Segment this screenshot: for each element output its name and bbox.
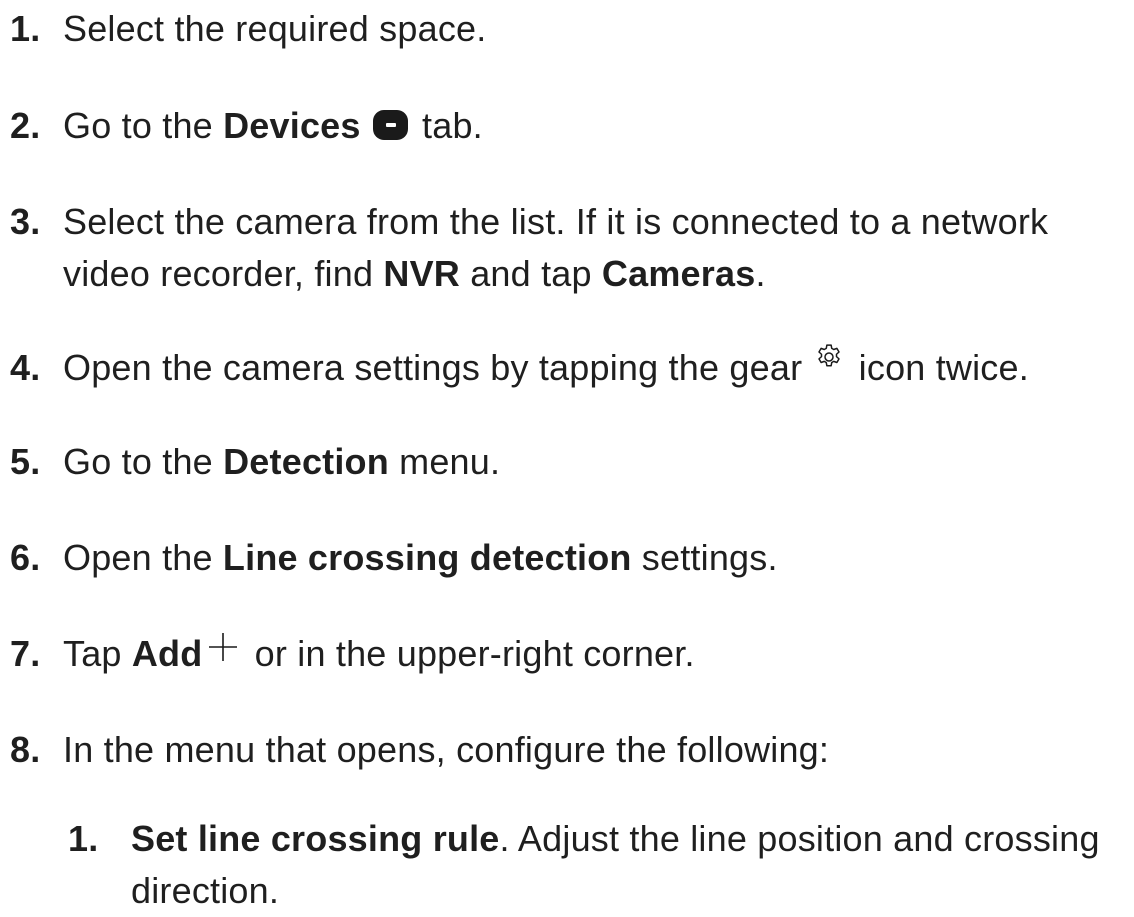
line-crossing-label: Line crossing detection xyxy=(222,537,632,578)
step-text: Select the required space. xyxy=(63,8,487,49)
gear-icon xyxy=(818,344,841,367)
step-text-post: icon twice. xyxy=(848,347,1029,388)
step-text-post: tab. xyxy=(411,105,483,146)
devices-label: Devices xyxy=(223,105,361,146)
set-line-rule-label: Set line crossing rule xyxy=(131,818,500,859)
step-text-post: settings. xyxy=(631,537,778,578)
step-number: 3. xyxy=(10,201,41,242)
step-number: 7. xyxy=(10,633,41,674)
devices-icon xyxy=(372,110,408,140)
step-text-pre: Open the xyxy=(63,537,223,578)
plus-icon xyxy=(209,633,238,661)
detection-label: Detection xyxy=(223,441,389,482)
step-text-pre: Tap xyxy=(63,633,132,674)
step-number: 4. xyxy=(10,347,41,388)
step-text-pre: Go to the xyxy=(63,441,224,482)
step-number: 5. xyxy=(10,441,41,482)
step-text-post: or in the upper-right corner. xyxy=(244,633,695,674)
step-text-line1: Select the camera from the list. If it i… xyxy=(63,201,1049,242)
instruction-list: 1. Select the required space. 2. Go to t… xyxy=(0,0,1134,911)
step-text-pre: Open the camera settings by tapping the … xyxy=(63,347,813,388)
substep-number: 1. xyxy=(68,818,99,859)
nvr-label: NVR xyxy=(383,253,460,294)
cameras-label: Cameras xyxy=(601,253,756,294)
step-text: In the menu that opens, configure the fo… xyxy=(63,729,830,770)
step-text-line2: video recorder, find NVR and tap Cameras… xyxy=(63,253,766,294)
step-number: 6. xyxy=(10,537,41,578)
step-number: 8. xyxy=(10,729,41,770)
substep-text-line1: Set line crossing rule. Adjust the line … xyxy=(131,818,1100,859)
step-number: 1. xyxy=(10,8,41,49)
step-number: 2. xyxy=(10,105,41,146)
step-text-post: menu. xyxy=(388,441,501,482)
step-text-pre: Go to the xyxy=(63,105,224,146)
add-label: Add xyxy=(131,633,203,674)
substep-text-line2: direction. xyxy=(131,870,280,911)
